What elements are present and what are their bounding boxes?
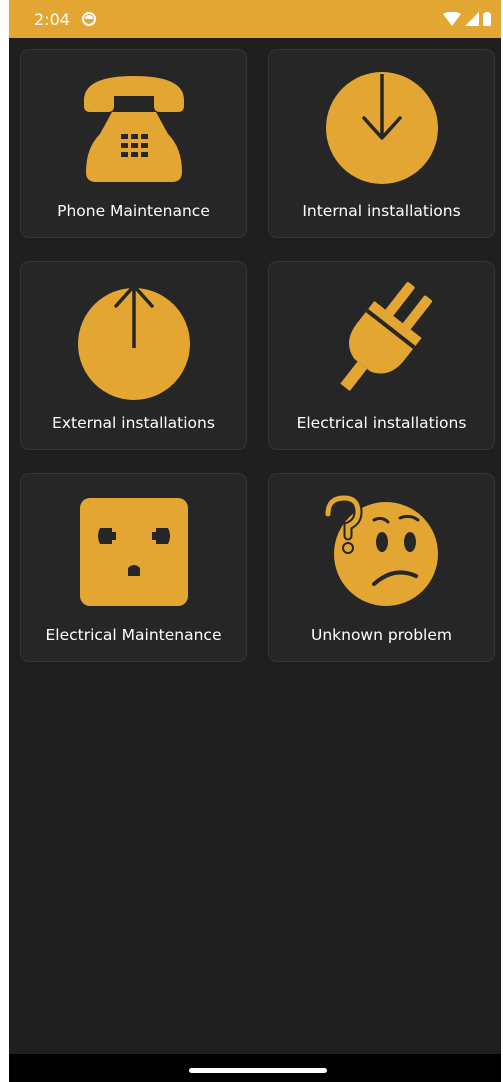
- plug-icon: [339, 282, 432, 391]
- tile-label: External installations: [52, 414, 215, 432]
- arrow-down-circle-icon: [325, 72, 438, 184]
- tile-unknown-problem[interactable]: Unknown problem: [268, 473, 495, 662]
- tile-electrical-maintenance[interactable]: Electrical Maintenance: [20, 473, 247, 662]
- tile-electrical-installations[interactable]: Electrical installations: [268, 261, 495, 450]
- tile-phone-maintenance[interactable]: Phone Maintenance: [20, 49, 247, 238]
- signal-icon: [465, 12, 479, 26]
- wifi-icon: [443, 12, 461, 26]
- app-screen: 2:04 Phone Maintenance Internal installa…: [9, 0, 501, 1082]
- tile-external-installations[interactable]: External installations: [20, 261, 247, 450]
- arrow-up-circle-icon: [77, 284, 190, 400]
- home-gesture-handle[interactable]: [189, 1068, 327, 1073]
- tile-label: Unknown problem: [310, 626, 452, 644]
- status-bar: 2:04: [9, 0, 501, 38]
- socket-icon: [79, 498, 188, 606]
- tile-label: Phone Maintenance: [57, 202, 210, 220]
- confused-face-icon: [323, 493, 438, 606]
- notification-icon: [81, 12, 96, 26]
- tile-label: Electrical Maintenance: [45, 626, 222, 644]
- telephone-icon: [83, 76, 184, 182]
- tile-label: Internal installations: [302, 202, 461, 220]
- status-time: 2:04: [34, 9, 70, 29]
- tile-internal-installations[interactable]: Internal installations: [268, 49, 495, 238]
- tile-label: Electrical installations: [296, 414, 467, 432]
- navigation-bar: [9, 1054, 501, 1082]
- battery-icon: [483, 12, 491, 26]
